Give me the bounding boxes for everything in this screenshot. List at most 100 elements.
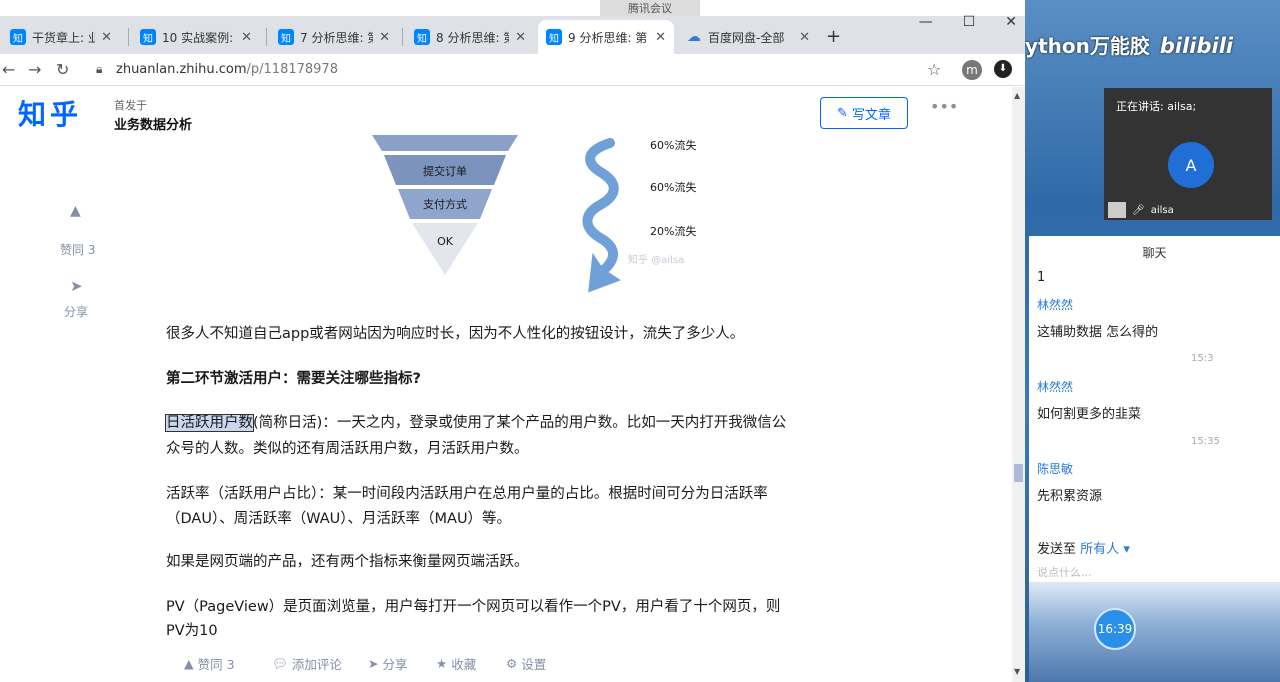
bottom-upvote-button[interactable]: ▲ 赞同 3 — [184, 654, 235, 673]
close-icon[interactable]: ✕ — [241, 30, 252, 45]
forward-icon[interactable]: → — [28, 60, 41, 79]
minimize-icon[interactable]: — — [919, 14, 933, 30]
send-to-selector[interactable]: 发送至 所有人 ▾ — [1037, 538, 1130, 557]
participant-name-row: 🎤︎ ailsa — [1108, 202, 1174, 218]
chat-message-body: 1 — [1037, 270, 1046, 285]
gear-icon: ⚙ — [506, 656, 518, 671]
paragraph-5-line-1: PV（PageView）是页面浏览量，用户每打开一个网页可以看作一个PV，用户看… — [166, 599, 781, 615]
meeting-timer[interactable]: 16:39 — [1094, 608, 1136, 650]
participant-avatar: A — [1168, 142, 1214, 188]
share-button[interactable]: ➤ 分享 — [368, 654, 408, 673]
tab-3[interactable]: 知 7 分析思维: 第 ✕ — [270, 20, 398, 54]
tab-2[interactable]: 知 10 实战案例: ✕ — [132, 20, 260, 54]
funnel-level-top — [372, 135, 518, 151]
zhihu-favicon-icon: 知 — [278, 29, 294, 45]
share-icon: ➤ — [368, 656, 379, 671]
more-icon[interactable]: ••• — [930, 97, 958, 116]
loss-label: 60%流失 — [650, 138, 696, 152]
share-label: 分享 — [382, 657, 408, 672]
chat-message-time: 15:3 — [1191, 353, 1214, 364]
paragraph-2-line-2: 众号的人数。类似的还有周活跃用户数，月活跃用户数。 — [166, 441, 529, 457]
scroll-down-icon[interactable]: ▼ — [1014, 667, 1020, 676]
close-icon[interactable]: ✕ — [379, 30, 390, 45]
bookmark-star-icon[interactable]: ☆ — [927, 60, 941, 79]
chat-message-sender: 陈思敏 — [1037, 462, 1074, 476]
close-icon[interactable]: ✕ — [101, 30, 112, 45]
microphone-icon: 🎤︎ — [1132, 204, 1145, 216]
funnel-label: 支付方式 — [423, 197, 467, 211]
scroll-up-icon[interactable]: ▲ — [1014, 91, 1020, 100]
upvote-icon[interactable]: ▲ — [70, 203, 81, 219]
zhihu-logo[interactable]: 知乎 — [18, 93, 82, 133]
profile-avatar[interactable]: m — [962, 60, 982, 80]
url-host: zhuanlan.zhihu.com — [116, 62, 247, 77]
tab-separator — [266, 28, 267, 46]
close-icon[interactable]: ✕ — [799, 30, 810, 45]
back-icon[interactable]: ← — [2, 60, 15, 79]
loss-label: 20%流失 — [650, 224, 696, 238]
comment-icon: 💬︎ — [272, 655, 288, 671]
window-controls: — ☐ ✕ — [919, 14, 1017, 30]
send-to-label: 发送至 — [1037, 542, 1077, 557]
participant-name: ailsa — [1150, 204, 1174, 216]
favorite-button[interactable]: ★ 收藏 — [436, 654, 476, 673]
panel-background — [1029, 582, 1280, 682]
tab-title: 8 分析思维: 第 — [436, 30, 510, 45]
page-scrollbar[interactable]: ▲ ▼ — [1012, 87, 1025, 682]
address-bar[interactable]: zhuanlan.zhihu.com/p/118178978 — [116, 62, 338, 77]
url-path: /p/118178978 — [246, 62, 338, 77]
favorite-label: 收藏 — [451, 657, 477, 672]
close-window-icon[interactable]: ✕ — [1005, 14, 1017, 30]
new-tab-icon[interactable]: + — [826, 26, 841, 47]
meeting-window-title: 腾讯会议 — [600, 0, 700, 16]
maximize-icon[interactable]: ☐ — [963, 14, 976, 30]
bottom-upvote-label: 赞同 3 — [197, 657, 235, 672]
download-icon[interactable]: ⬇ — [994, 60, 1012, 78]
settings-button[interactable]: ⚙ 设置 — [506, 654, 546, 673]
browser-toolbar: ← → ↻ 🔒︎ zhuanlan.zhihu.com/p/118178978 … — [0, 54, 1025, 86]
side-share-label[interactable]: 分享 — [64, 303, 88, 320]
brand-right: bilibili — [1159, 34, 1234, 58]
tab-5-active[interactable]: 知 9 分析思维: 第 ✕ — [538, 20, 674, 54]
tab-4[interactable]: 知 8 分析思维: 第 ✕ — [406, 20, 534, 54]
column-name-link[interactable]: 业务数据分析 — [114, 114, 192, 133]
scroll-thumb[interactable] — [1014, 464, 1023, 482]
chat-title: 聊天 — [1142, 246, 1167, 260]
lock-icon: 🔒︎ — [96, 62, 103, 76]
tab-1[interactable]: 知 干货章上: 业 ✕ — [2, 20, 120, 54]
settings-label: 设置 — [521, 657, 547, 672]
selected-text[interactable]: 日活跃用户数 — [165, 414, 254, 432]
upvote-icon: ▲ — [184, 656, 194, 671]
chevron-down-icon: ▾ — [1123, 542, 1130, 557]
funnel-image: 提交订单 支付方式 OK 60%流失 60%流失 20%流失 知乎 @ailsa — [372, 135, 696, 293]
add-comment-button[interactable]: 💬︎ 添加评论 — [272, 654, 342, 673]
tab-title: 百度网盘-全部 — [708, 30, 785, 45]
reload-icon[interactable]: ↻ — [56, 60, 69, 79]
add-comment-label: 添加评论 — [291, 657, 342, 672]
paragraph-4: 如果是网页端的产品，还有两个指标来衡量网页端活跃。 — [166, 554, 529, 570]
send-to-target: 所有人 — [1080, 542, 1120, 557]
tab-title: 10 实战案例: — [162, 30, 234, 45]
edit-icon: ✎ — [837, 105, 848, 121]
paragraph-2-line-1: 日活跃用户数(简称日活)：一天之内，登录或使用了某个产品的用户数。比如一天内打开… — [165, 411, 787, 432]
share-icon[interactable]: ➤ — [70, 277, 83, 295]
zhihu-favicon-icon: 知 — [140, 29, 156, 45]
paragraph-3-line-2: （DAU）、周活跃率（WAU）、月活跃率（MAU）等。 — [166, 511, 512, 527]
chat-message-time: 15:35 — [1191, 436, 1220, 447]
published-in-label: 首发于 — [114, 99, 147, 112]
tab-bar: 知 干货章上: 业 ✕ 知 10 实战案例: ✕ 知 7 分析思维: 第 ✕ 知… — [0, 16, 1025, 54]
image-watermark: 知乎 @ailsa — [628, 253, 684, 266]
tab-6[interactable]: ☁ 百度网盘-全部 ✕ — [678, 20, 818, 54]
chat-input[interactable]: 说点什么... — [1037, 564, 1092, 580]
close-icon[interactable]: ✕ — [515, 30, 526, 45]
funnel-label: OK — [437, 235, 454, 248]
write-article-label: 写文章 — [851, 107, 891, 123]
close-icon[interactable]: ✕ — [655, 30, 666, 45]
article-page: 知乎 首发于 业务数据分析 ✎ 写文章 ••• ▲ 赞同 3 ➤ 分享 提交订单… — [0, 87, 1012, 682]
browser-window: 腾讯会议 知 干货章上: 业 ✕ 知 10 实战案例: ✕ 知 7 分析思维: … — [0, 0, 1025, 682]
paragraph-5-line-2: PV为10 — [166, 623, 218, 639]
paragraph-2-text: (简称日活)：一天之内，登录或使用了某个产品的用户数。比如一天内打开我微信公 — [253, 415, 787, 431]
side-upvote-count[interactable]: 赞同 3 — [60, 241, 95, 258]
write-article-button[interactable]: ✎ 写文章 — [820, 97, 908, 129]
tab-separator — [128, 28, 129, 46]
